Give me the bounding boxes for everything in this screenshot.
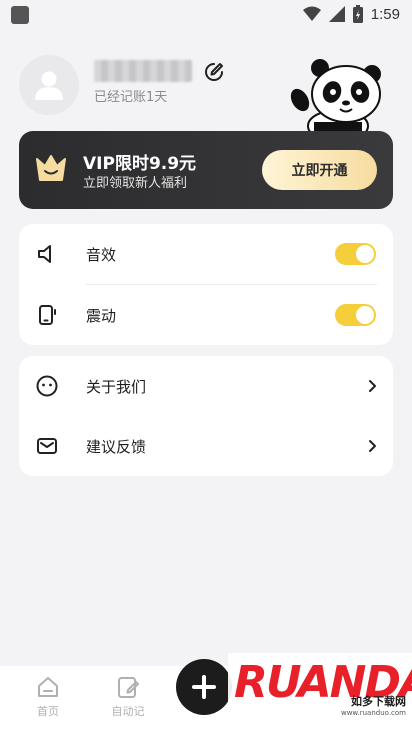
feedback-row[interactable]: 建议反馈 <box>19 416 393 476</box>
feedback-label: 建议反馈 <box>86 437 147 456</box>
nav-auto-record[interactable]: 自动记 <box>98 674 158 719</box>
nav-auto-label: 自动记 <box>111 705 145 718</box>
menu-card: 关于我们 建议反馈 <box>19 356 393 476</box>
notification-app-icon <box>11 6 29 24</box>
activate-vip-button[interactable]: 立即开通 <box>262 150 377 190</box>
about-label: 关于我们 <box>86 377 147 396</box>
vibration-toggle[interactable] <box>335 304 376 326</box>
username-redacted <box>94 60 192 82</box>
nav-home[interactable]: 首页 <box>18 674 78 719</box>
sound-toggle[interactable] <box>335 243 376 265</box>
settings-card: 音效 震动 <box>19 224 393 345</box>
watermark-cn: 如多下载网 <box>351 695 406 708</box>
vibration-label: 震动 <box>86 306 117 325</box>
toggle-knob <box>356 306 374 324</box>
add-record-button[interactable] <box>176 659 232 715</box>
speaker-icon <box>38 245 51 263</box>
status-icons: 1:59 <box>302 5 400 23</box>
mail-icon <box>37 438 57 454</box>
status-time: 1:59 <box>370 5 400 23</box>
vip-title: VIP限时9.9元 <box>83 154 197 174</box>
nav-home-label: 首页 <box>37 705 59 718</box>
vibration-row[interactable]: 震动 <box>19 285 393 345</box>
phone-vibrate-icon <box>39 305 56 325</box>
note-edit-icon <box>118 677 139 698</box>
user-icon <box>35 71 63 100</box>
plus-icon <box>192 675 216 699</box>
watermark-logo: RUANDADO 如多下载网 www.ruanduo.com <box>228 653 412 732</box>
vip-subtitle: 立即领取新人福利 <box>83 176 188 191</box>
watermark-url: www.ruanduo.com <box>340 709 406 717</box>
crown-icon <box>36 155 66 181</box>
wifi-icon <box>302 6 321 21</box>
sound-row[interactable]: 音效 <box>19 224 393 285</box>
chevron-right-icon <box>369 380 376 392</box>
vip-banner[interactable]: VIP限时9.9元 立即领取新人福利 立即开通 <box>19 131 393 209</box>
sound-label: 音效 <box>86 245 117 264</box>
edit-icon[interactable] <box>203 61 225 83</box>
home-icon <box>38 677 58 697</box>
smile-icon <box>36 375 58 397</box>
avatar[interactable] <box>19 55 79 115</box>
about-row[interactable]: 关于我们 <box>19 356 393 416</box>
status-bar: 1:59 <box>0 0 412 30</box>
signal-icon <box>328 6 345 22</box>
bookkeeping-days: 已经记账1天 <box>94 90 168 105</box>
toggle-knob <box>356 245 374 263</box>
chevron-right-icon <box>369 440 376 452</box>
battery-icon <box>352 5 363 23</box>
panda-mascot-icon <box>290 59 381 142</box>
